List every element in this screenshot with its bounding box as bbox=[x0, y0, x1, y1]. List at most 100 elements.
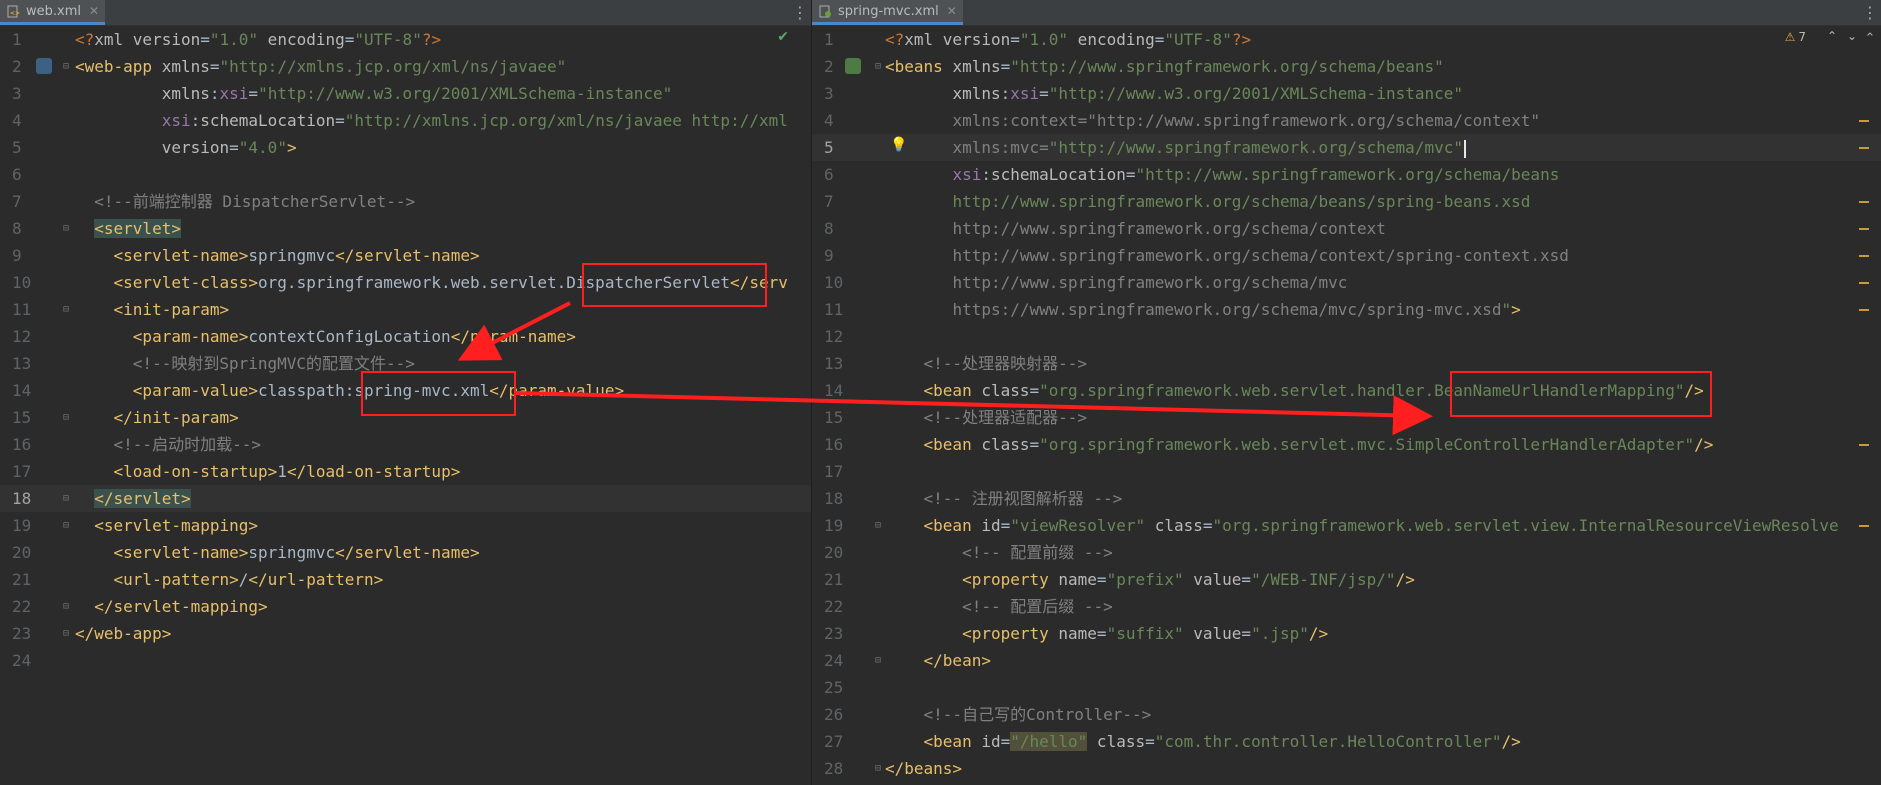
line-number: 27 bbox=[824, 732, 844, 751]
code-line[interactable]: <param-value>classpath:spring-mvc.xml</p… bbox=[75, 377, 624, 404]
code-line[interactable]: xsi:schemaLocation="http://www.springfra… bbox=[885, 161, 1559, 188]
code-token: = bbox=[1000, 57, 1011, 76]
code-token: <!--启动时加载--> bbox=[113, 435, 261, 454]
code-line[interactable]: </bean> bbox=[885, 647, 991, 674]
web-module-gutter-icon[interactable] bbox=[36, 58, 52, 74]
code-token: = bbox=[229, 138, 239, 157]
code-line[interactable]: </beans> bbox=[885, 755, 962, 782]
code-line[interactable]: <bean class="org.springframework.web.ser… bbox=[885, 431, 1714, 458]
code-line[interactable]: http://www.springframework.org/schema/co… bbox=[885, 215, 1385, 242]
code-line[interactable]: <!--处理器映射器--> bbox=[885, 350, 1087, 377]
code-line[interactable]: version="4.0"> bbox=[75, 134, 297, 161]
code-line[interactable]: http://www.springframework.org/schema/be… bbox=[885, 188, 1530, 215]
code-token: = bbox=[1241, 624, 1252, 643]
code-line[interactable]: xmlns:xsi="http://www.w3.org/2001/XMLSch… bbox=[885, 80, 1463, 107]
fold-toggle-icon[interactable]: ⊟ bbox=[63, 620, 69, 647]
code-line[interactable]: <servlet> bbox=[75, 215, 181, 242]
code-line[interactable]: <property name="suffix" value=".jsp"/> bbox=[885, 620, 1328, 647]
warning-stripe-marker[interactable] bbox=[1859, 255, 1869, 257]
code-line[interactable]: </init-param> bbox=[75, 404, 239, 431]
more-options-icon[interactable]: ⋮ bbox=[1862, 0, 1878, 25]
code-line[interactable]: <init-param> bbox=[75, 296, 230, 323]
code-token: /> bbox=[1395, 570, 1415, 589]
spring-bean-gutter-icon[interactable] bbox=[845, 58, 861, 74]
warning-stripe-marker[interactable] bbox=[1859, 228, 1869, 230]
code-line[interactable]: <beans xmlns="http://www.springframework… bbox=[885, 53, 1444, 80]
fold-toggle-icon[interactable]: ⊟ bbox=[63, 512, 69, 539]
warning-stripe-marker[interactable] bbox=[1859, 309, 1869, 311]
close-icon[interactable]: ✕ bbox=[947, 4, 957, 18]
fold-toggle-icon[interactable]: ⊟ bbox=[63, 404, 69, 431]
code-line[interactable]: <!--自己写的Controller--> bbox=[885, 701, 1152, 728]
code-line[interactable]: <!-- 配置后缀 --> bbox=[885, 593, 1113, 620]
code-line[interactable]: <property name="prefix" value="/WEB-INF/… bbox=[885, 566, 1415, 593]
warning-stripe-marker[interactable] bbox=[1859, 201, 1869, 203]
code-line[interactable]: http://www.springframework.org/schema/mv… bbox=[885, 269, 1347, 296]
fold-toggle-icon[interactable]: ⊟ bbox=[875, 647, 881, 674]
warning-stripe-marker[interactable] bbox=[1859, 525, 1869, 527]
code-line[interactable]: xsi:schemaLocation="http://xmlns.jcp.org… bbox=[75, 107, 788, 134]
code-line[interactable]: <?xml version="1.0" encoding="UTF-8"?> bbox=[885, 26, 1251, 53]
code-token: </web-app> bbox=[75, 624, 172, 643]
code-line[interactable]: <servlet-mapping> bbox=[75, 512, 258, 539]
fold-toggle-icon[interactable]: ⊟ bbox=[63, 215, 69, 242]
code-line[interactable]: </servlet> bbox=[75, 485, 191, 512]
fold-toggle-icon[interactable]: ⊟ bbox=[63, 296, 69, 323]
code-token: </servlet-mapping> bbox=[94, 597, 268, 616]
code-line[interactable]: xmlns:mvc="http://www.springframework.or… bbox=[885, 134, 1466, 161]
code-line[interactable]: xmlns:xsi="http://www.w3.org/2001/XMLSch… bbox=[75, 80, 673, 107]
code-line[interactable]: <servlet-name>springmvc</servlet-name> bbox=[75, 539, 480, 566]
code-token: = bbox=[209, 57, 220, 76]
warning-stripe-marker[interactable] bbox=[1859, 282, 1869, 284]
code-token: "/WEB-INF/jsp/" bbox=[1251, 570, 1396, 589]
warning-stripe-marker[interactable] bbox=[1859, 444, 1869, 446]
code-line[interactable]: <!--前端控制器 DispatcherServlet--> bbox=[75, 188, 415, 215]
code-line[interactable]: https://www.springframework.org/schema/m… bbox=[885, 296, 1520, 323]
code-line[interactable]: <!--启动时加载--> bbox=[75, 431, 261, 458]
code-line[interactable]: <web-app xmlns="http://xmlns.jcp.org/xml… bbox=[75, 53, 566, 80]
code-line[interactable]: <!--处理器适配器--> bbox=[885, 404, 1087, 431]
code-line[interactable]: <servlet-name>springmvc</servlet-name> bbox=[75, 242, 480, 269]
close-icon[interactable]: ✕ bbox=[89, 4, 99, 18]
fold-toggle-icon[interactable]: ⊟ bbox=[875, 53, 881, 80]
code-token: <param-name> bbox=[132, 327, 249, 346]
code-line[interactable]: </servlet-mapping> bbox=[75, 593, 268, 620]
code-line[interactable]: <url-pattern>/</url-pattern> bbox=[75, 566, 384, 593]
more-options-icon[interactable]: ⋮ bbox=[792, 0, 808, 25]
code-token: "http://www.springframework.org/schema/b… bbox=[1010, 57, 1444, 76]
tab-spring-mvc-xml[interactable]: spring-mvc.xml ✕ bbox=[812, 0, 963, 25]
fold-toggle-icon[interactable]: ⊟ bbox=[875, 512, 881, 539]
line-number: 5 bbox=[824, 138, 834, 157]
tab-web-xml[interactable]: <> web.xml ✕ bbox=[0, 0, 106, 25]
code-line[interactable]: </web-app> bbox=[75, 620, 171, 647]
code-line[interactable]: <load-on-startup>1</load-on-startup> bbox=[75, 458, 461, 485]
right-code-area[interactable] bbox=[1697, 25, 1881, 785]
code-line[interactable]: <?xml version="1.0" encoding="UTF-8"?> bbox=[75, 26, 441, 53]
code-line[interactable]: <bean id="viewResolver" class="org.sprin… bbox=[885, 512, 1839, 539]
line-number: 13 bbox=[12, 354, 32, 373]
code-token: version bbox=[942, 30, 1011, 49]
warning-stripe-marker[interactable] bbox=[1859, 147, 1869, 149]
fold-toggle-icon[interactable]: ⊟ bbox=[875, 755, 881, 782]
fold-toggle-icon[interactable]: ⊟ bbox=[63, 53, 69, 80]
code-line[interactable]: <param-name>contextConfigLocation</param… bbox=[75, 323, 576, 350]
fold-toggle-icon[interactable]: ⊟ bbox=[63, 593, 69, 620]
code-line[interactable]: <!-- 注册视图解析器 --> bbox=[885, 485, 1123, 512]
code-line[interactable]: <!-- 配置前缀 --> bbox=[885, 539, 1113, 566]
code-line[interactable]: <bean id="/hello" class="com.thr.control… bbox=[885, 728, 1521, 755]
code-line[interactable]: xmlns:context="http://www.springframewor… bbox=[885, 107, 1540, 134]
code-token: </bean> bbox=[923, 651, 991, 670]
fold-toggle-icon[interactable]: ⊟ bbox=[63, 485, 69, 512]
lightbulb-icon[interactable]: 💡 bbox=[890, 137, 907, 153]
warning-stripe-marker[interactable] bbox=[1859, 120, 1869, 122]
line-number: 12 bbox=[824, 327, 844, 346]
code-line[interactable]: http://www.springframework.org/schema/co… bbox=[885, 242, 1569, 269]
